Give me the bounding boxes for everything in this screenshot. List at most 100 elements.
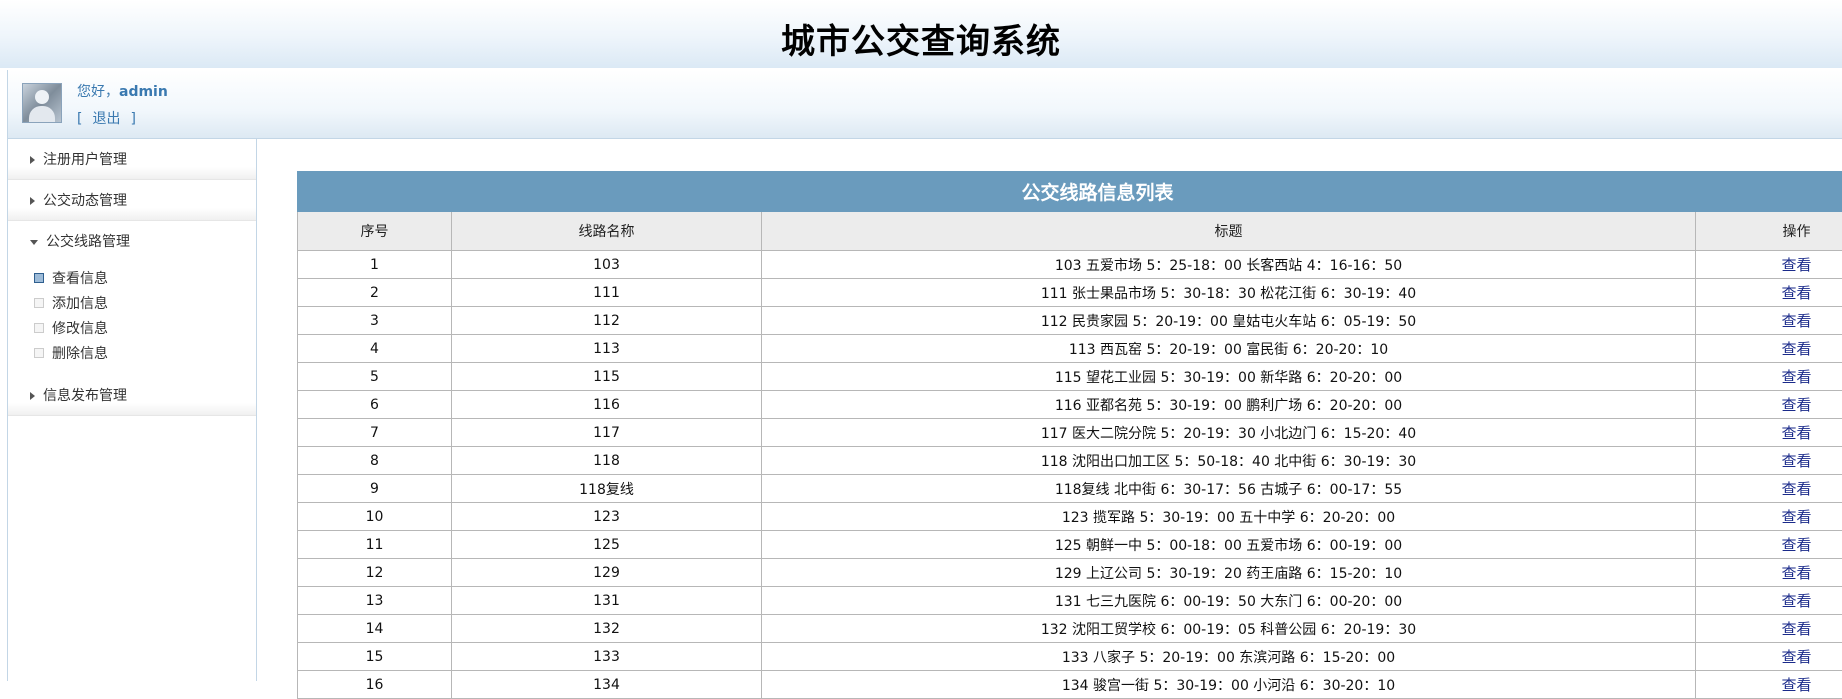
table-row: 9118复线118复线 北中街 6：30-17：56 古城子 6：00-17：5… [298,475,1842,503]
cell-title: 111 张士果品市场 5：30-18：30 松花江街 6：30-19：40 [762,279,1696,307]
cell-action: 查看 [1696,587,1842,615]
view-link[interactable]: 查看 [1782,312,1812,330]
table-row: 6116116 亚都名苑 5：30-19：00 鹏利广场 6：20-20：00查… [298,391,1842,419]
cell-action: 查看 [1696,391,1842,419]
cell-no: 3 [298,307,452,335]
view-link[interactable]: 查看 [1782,256,1812,274]
logout-bracket-close: ] [130,111,135,127]
cell-action: 查看 [1696,307,1842,335]
cell-title: 123 揽军路 5：30-19：00 五十中学 6：20-20：00 [762,503,1696,531]
cell-action: 查看 [1696,559,1842,587]
table-row: 8118118 沈阳出口加工区 5：50-18：40 北中街 6：30-19：3… [298,447,1842,475]
logout-label[interactable]: 退出 [92,111,120,127]
cell-action: 查看 [1696,475,1842,503]
cell-title: 133 八家子 5：20-19：00 东滨河路 6：15-20：00 [762,643,1696,671]
menu-label: 注册用户管理 [43,152,127,168]
cell-title: 134 骏宫一街 5：30-19：00 小河沿 6：30-20：10 [762,671,1696,699]
menu-bus-route-management[interactable]: 公交线路管理 [8,221,256,261]
caret-right-icon [30,197,35,205]
cell-action: 查看 [1696,335,1842,363]
view-link[interactable]: 查看 [1782,396,1812,414]
cell-no: 14 [298,615,452,643]
submenu-edit-info[interactable]: 修改信息 [34,317,256,342]
cell-no: 8 [298,447,452,475]
cell-title: 113 西瓦窑 5：20-19：00 富民街 6：20-20：10 [762,335,1696,363]
cell-no: 10 [298,503,452,531]
cell-action: 查看 [1696,503,1842,531]
cell-route-name: 112 [452,307,762,335]
table-row: 10123123 揽军路 5：30-19：00 五十中学 6：20-20：00查… [298,503,1842,531]
cell-action: 查看 [1696,447,1842,475]
cell-no: 11 [298,531,452,559]
view-link[interactable]: 查看 [1782,340,1812,358]
menu-info-publish-management[interactable]: 信息发布管理 [8,375,256,416]
cell-no: 2 [298,279,452,307]
cell-title: 103 五爱市场 5：25-18：00 长客西站 4：16-16：50 [762,251,1696,279]
menu-bus-news-management[interactable]: 公交动态管理 [8,180,256,221]
table-row: 4113113 西瓦窑 5：20-19：00 富民街 6：20-20：10 查看 [298,335,1842,363]
caret-right-icon [30,156,35,164]
view-link[interactable]: 查看 [1782,648,1812,666]
cell-title: 132 沈阳工贸学校 6：00-19：05 科普公园 6：20-19：30 [762,615,1696,643]
column-header-title: 标题 [762,212,1696,251]
submenu-label: 添加信息 [52,296,108,312]
submenu-delete-info[interactable]: 删除信息 [34,342,256,367]
view-link[interactable]: 查看 [1782,564,1812,582]
cell-no: 15 [298,643,452,671]
cell-title: 112 民贵家园 5：20-19：00 皇姑屯火车站 6：05-19：50 [762,307,1696,335]
view-link[interactable]: 查看 [1782,536,1812,554]
cell-no: 12 [298,559,452,587]
greeting-text: 您好， [77,84,119,100]
main-content: 公交线路信息列表 序号 线路名称 标题 操作 1103103 五爱市场 5：25… [256,139,1842,681]
column-header-route-name: 线路名称 [452,212,762,251]
table-row: 5115115 望花工业园 5：30-19：00 新华路 6：20-20：00查… [298,363,1842,391]
view-link[interactable]: 查看 [1782,592,1812,610]
cell-no: 16 [298,671,452,699]
cell-route-name: 113 [452,335,762,363]
logout-link[interactable]: [ 退出] [77,108,136,128]
table-row: 3112112 民贵家园 5：20-19：00 皇姑屯火车站 6：05-19：5… [298,307,1842,335]
submenu-add-info[interactable]: 添加信息 [34,292,256,317]
bullet-icon [34,298,44,308]
cell-no: 6 [298,391,452,419]
submenu-label: 查看信息 [52,271,108,287]
menu-label: 公交线路管理 [46,234,130,250]
user-greeting: 您好，admin [77,81,168,101]
bullet-icon [34,273,44,283]
submenu-label: 修改信息 [52,321,108,337]
table-row: 15133133 八家子 5：20-19：00 东滨河路 6：15-20：00查… [298,643,1842,671]
cell-action: 查看 [1696,671,1842,699]
route-submenu: 查看信息 添加信息 修改信息 删除信息 [8,261,256,375]
view-link[interactable]: 查看 [1782,620,1812,638]
route-table: 公交线路信息列表 序号 线路名称 标题 操作 1103103 五爱市场 5：25… [297,171,1842,699]
table-row: 16134134 骏宫一街 5：30-19：00 小河沿 6：30-20：10查… [298,671,1842,699]
menu-user-management[interactable]: 注册用户管理 [8,139,256,180]
cell-route-name: 111 [452,279,762,307]
column-header-action: 操作 [1696,212,1842,251]
cell-no: 9 [298,475,452,503]
view-link[interactable]: 查看 [1782,508,1812,526]
cell-action: 查看 [1696,531,1842,559]
cell-route-name: 131 [452,587,762,615]
submenu-view-info[interactable]: 查看信息 [34,267,256,292]
view-link[interactable]: 查看 [1782,368,1812,386]
app-header: 城市公交查询系统 [0,0,1842,68]
table-row: 1103103 五爱市场 5：25-18：00 长客西站 4：16-16：50查… [298,251,1842,279]
cell-title: 129 上辽公司 5：30-19：20 药王庙路 6：15-20：10 [762,559,1696,587]
cell-route-name: 118 [452,447,762,475]
cell-no: 5 [298,363,452,391]
sidebar: 您好，admin [ 退出] 注册用户管理 公交动态管理 公交线路管理 查看信息 … [7,70,257,681]
view-link[interactable]: 查看 [1782,480,1812,498]
bullet-icon [34,348,44,358]
cell-no: 4 [298,335,452,363]
app-title: 城市公交查询系统 [781,14,1061,63]
cell-title: 117 医大二院分院 5：20-19：30 小北边门 6：15-20：40 [762,419,1696,447]
cell-action: 查看 [1696,419,1842,447]
view-link[interactable]: 查看 [1782,284,1812,302]
view-link[interactable]: 查看 [1782,452,1812,470]
cell-title: 118复线 北中街 6：30-17：56 古城子 6：00-17：55 [762,475,1696,503]
logout-bracket-open: [ [77,111,82,127]
view-link[interactable]: 查看 [1782,424,1812,442]
caret-down-icon [30,240,38,245]
view-link[interactable]: 查看 [1782,676,1812,694]
